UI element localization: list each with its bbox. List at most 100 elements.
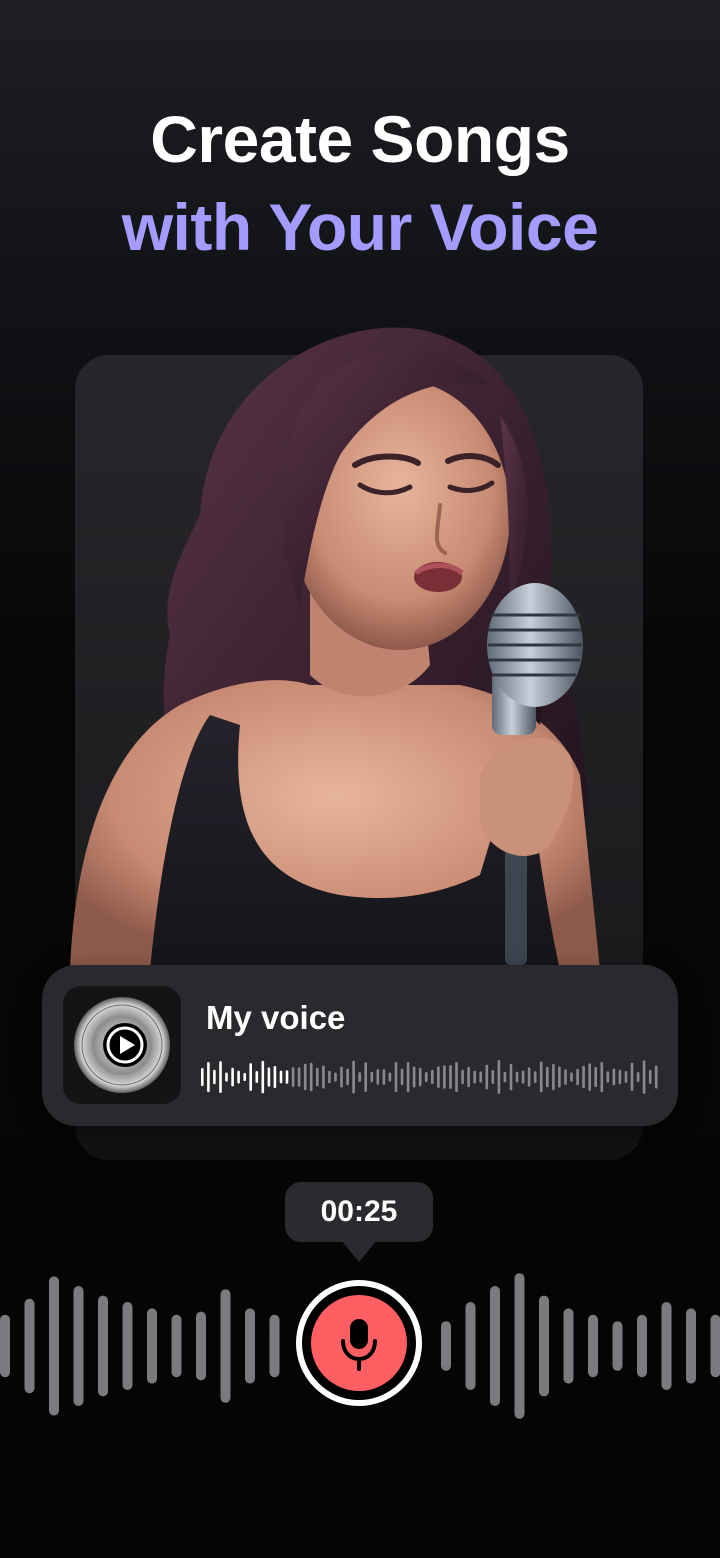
waveform-bar [473,1070,476,1084]
waveform-bar [201,1068,204,1086]
recording-bar [220,1289,231,1403]
recording-bar [73,1286,84,1406]
waveform-bar [249,1063,252,1091]
waveform-bar [382,1069,386,1085]
waveform-bar [279,1070,283,1084]
waveform-bar [255,1071,259,1083]
waveform-bar [237,1070,240,1084]
waveform-bar [394,1062,398,1093]
recording-bar [539,1295,549,1397]
waveform-bar [636,1072,640,1082]
waveform-bar [322,1065,325,1089]
waveform-bar [485,1064,489,1090]
timer-tail [341,1240,377,1262]
waveform-bar [225,1072,228,1082]
waveform-bar [231,1067,234,1087]
play-disc-icon[interactable] [63,986,181,1104]
headline-line-2: with Your Voice [121,190,599,264]
waveform-bar [267,1067,271,1087]
waveform-bar [570,1072,573,1082]
recording-bar [147,1308,157,1384]
recording-bar [514,1273,525,1419]
recording-bar [24,1298,35,1394]
waveform-bar [243,1072,246,1081]
waveform-bar [273,1066,277,1089]
recording-bar [245,1308,255,1384]
waveform-bar [418,1067,422,1087]
recording-bar [612,1321,623,1371]
record-button-fill [311,1295,407,1391]
waveform-bar [588,1063,591,1091]
waveform-bar [515,1071,519,1083]
waveform-bar [539,1061,543,1093]
recording-bar [637,1314,647,1378]
recording-bar [196,1311,206,1381]
voice-waveform[interactable] [200,1053,660,1101]
waveform-bar [503,1071,507,1083]
waveform-bar [388,1072,392,1082]
waveform-bar [533,1071,537,1083]
waveform-bar [443,1065,446,1089]
waveform-bar [340,1066,343,1088]
waveform-bar [213,1069,216,1085]
waveform-bar [334,1072,337,1082]
recording-bar [122,1302,133,1390]
recording-bar [269,1314,280,1378]
waveform-bar [467,1066,470,1088]
waveform-bar [291,1067,295,1087]
microphone-icon [341,1319,377,1371]
record-button[interactable] [296,1280,422,1406]
singer-illustration [70,327,600,970]
waveform-bar [576,1068,579,1086]
recording-bar [0,1314,10,1378]
recording-bar [588,1314,598,1378]
waveform-bar [449,1065,452,1089]
headline-line-1: Create Songs [150,102,570,176]
recording-bar [441,1321,451,1371]
recording-bar [98,1295,108,1397]
voice-thumbnail[interactable] [63,986,181,1104]
waveform-bar [437,1066,440,1088]
waveform-bar [424,1072,428,1082]
recording-bar [686,1308,696,1384]
waveform-bar [521,1070,525,1084]
waveform-bar [552,1063,555,1091]
waveform-bar [431,1069,434,1085]
waveform-bar [618,1069,622,1085]
waveform-bar [285,1070,289,1084]
waveform-bar [479,1071,482,1083]
waveform-bar [352,1060,355,1094]
recording-bar [563,1308,574,1384]
waveform-bar [509,1063,513,1091]
waveform-bar [261,1060,265,1094]
waveform-bar [297,1067,301,1087]
waveform-bar [461,1069,464,1085]
waveform-bar [527,1067,531,1087]
waveform-bar [642,1060,646,1094]
waveform-bar [376,1069,380,1085]
waveform-bar [412,1066,416,1088]
recording-bar [710,1314,720,1378]
waveform-bar [612,1068,616,1086]
waveform-bar [219,1061,222,1093]
waveform-bar [624,1071,628,1083]
waveform-bar [328,1070,331,1084]
waveform-bar [455,1062,458,1092]
waveform-bar [400,1068,404,1086]
waveform-bar [358,1072,361,1082]
recording-bar [661,1302,672,1390]
recording-bar [465,1302,476,1390]
waveform-bar [606,1071,610,1083]
waveform-bar [594,1067,597,1087]
recording-bar [49,1276,59,1416]
waveform-bar [600,1062,604,1093]
waveform-bar [207,1062,210,1093]
voice-card[interactable]: My voice [42,965,678,1126]
waveform-bar [316,1067,319,1087]
waveform-bar [546,1066,549,1088]
recording-timer: 00:25 [285,1182,433,1242]
waveform-bar [582,1065,585,1089]
recording-bar [171,1314,182,1378]
waveform-bar [370,1071,374,1083]
waveform-bar [346,1068,349,1086]
